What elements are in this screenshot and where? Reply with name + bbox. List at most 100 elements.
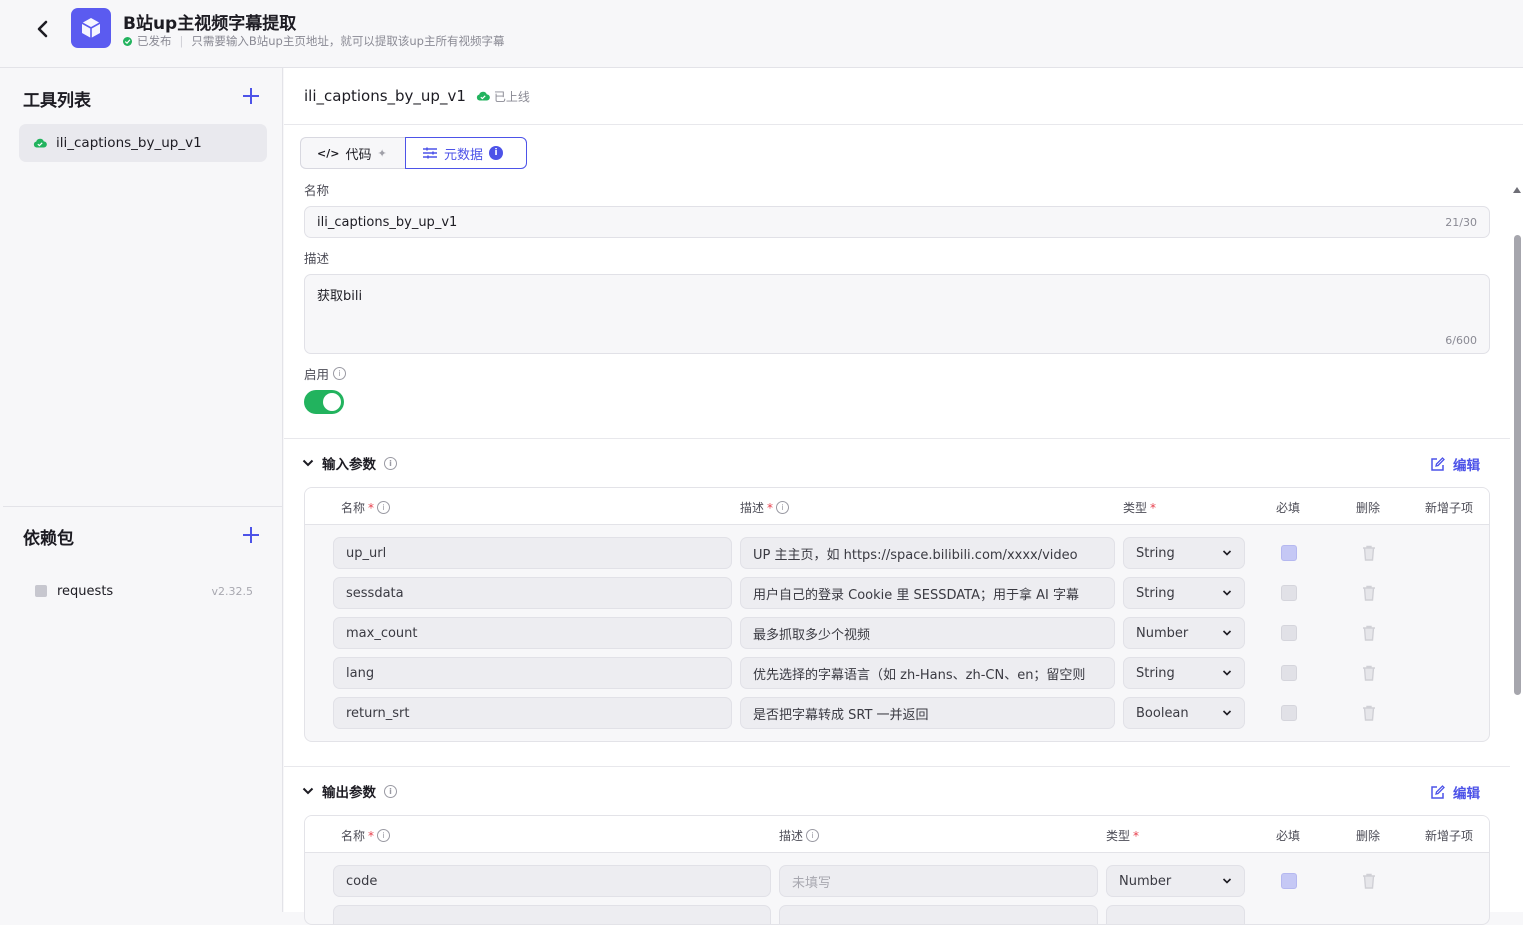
dependency-item[interactable]: requests v2.32.5 xyxy=(35,580,253,602)
param-name-input[interactable]: code xyxy=(333,865,771,897)
required-checkbox[interactable] xyxy=(1281,873,1297,889)
param-name-input[interactable]: up_url xyxy=(333,537,732,569)
table-row xyxy=(305,901,1489,924)
add-dependency-button[interactable] xyxy=(243,527,259,543)
section-divider xyxy=(284,438,1510,439)
param-desc-input[interactable] xyxy=(779,905,1098,924)
chevron-down-icon xyxy=(1222,550,1232,556)
param-desc-input[interactable]: 未填写 xyxy=(779,865,1098,897)
param-desc-input[interactable]: 优先选择的字幕语言（如 zh-Hans、zh-CN、en；留空则 xyxy=(740,657,1115,689)
table-row: lang 优先选择的字幕语言（如 zh-Hans、zh-CN、en；留空则 St… xyxy=(305,653,1489,693)
chevron-down-icon xyxy=(302,459,314,467)
col-delete: 删除 xyxy=(1356,829,1381,843)
sparkle-icon: ✦ xyxy=(377,146,387,160)
publish-status: 已发布 xyxy=(137,34,172,48)
info-icon[interactable]: i xyxy=(384,784,397,798)
tab-code[interactable]: </> 代码 ✦ xyxy=(300,137,405,169)
param-name-input[interactable]: max_count xyxy=(333,617,732,649)
tab-metadata[interactable]: 元数据 i xyxy=(405,137,527,169)
required-checkbox[interactable] xyxy=(1281,545,1297,561)
package-icon xyxy=(35,585,47,597)
param-desc-input[interactable]: UP 主主页，如 https://space.bilibili.com/xxxx… xyxy=(740,537,1115,569)
enable-toggle[interactable] xyxy=(304,390,344,414)
required-checkbox[interactable] xyxy=(1281,705,1297,721)
output-params-toggle[interactable]: 输出参数 i xyxy=(302,781,397,801)
app-description: 只需要输入B站up主页地址，就可以提取该up主所有视频字幕 xyxy=(191,34,505,48)
param-type-select[interactable] xyxy=(1106,905,1245,924)
param-type-select[interactable]: String xyxy=(1123,537,1245,569)
trash-icon[interactable] xyxy=(1362,585,1376,601)
param-name-input[interactable] xyxy=(333,905,771,924)
param-type-select[interactable]: String xyxy=(1123,657,1245,689)
name-input[interactable]: ili_captions_by_up_v1 21/30 xyxy=(304,206,1490,238)
enable-label-row: 启用 i xyxy=(304,364,347,383)
scrollbar-thumb[interactable] xyxy=(1514,235,1521,695)
cloud-check-icon xyxy=(33,138,47,148)
param-desc-input[interactable]: 最多抓取多少个视频 xyxy=(740,617,1115,649)
info-icon[interactable]: i xyxy=(384,456,397,470)
edit-output-params-button[interactable]: 编辑 xyxy=(1430,782,1480,802)
trash-icon[interactable] xyxy=(1362,665,1376,681)
scrollbar[interactable] xyxy=(1512,180,1523,912)
col-name: 名称 * i xyxy=(341,827,391,844)
input-params-table: 名称 * i 描述 * i 类型 * 必填 删除 新增子项 up_url UP 主主页，如… xyxy=(304,487,1490,742)
tool-item-label: ili_captions_by_up_v1 xyxy=(56,135,202,151)
output-params-title: 输出参数 xyxy=(322,785,376,801)
chevron-down-icon xyxy=(1222,670,1232,676)
edit-input-params-button[interactable]: 编辑 xyxy=(1430,454,1480,474)
required-checkbox[interactable] xyxy=(1281,665,1297,681)
online-status: 已上线 xyxy=(476,88,530,105)
required-checkbox[interactable] xyxy=(1281,625,1297,641)
param-name-input[interactable]: sessdata xyxy=(333,577,732,609)
param-name-input[interactable]: lang xyxy=(333,657,732,689)
chevron-down-icon xyxy=(1222,878,1232,884)
tools-list-title: 工具列表 xyxy=(23,91,91,111)
table-row: up_url UP 主主页，如 https://space.bilibili.c… xyxy=(305,533,1489,573)
scroll-up-arrow-icon[interactable] xyxy=(1513,187,1521,193)
input-params-toggle[interactable]: 输入参数 i xyxy=(302,453,397,473)
name-value: ili_captions_by_up_v1 xyxy=(317,214,458,230)
col-type: 类型 * xyxy=(1106,828,1140,844)
info-icon: i xyxy=(806,829,820,842)
name-label: 名称 xyxy=(304,183,330,198)
col-required: 必填 xyxy=(1276,501,1301,515)
app-logo xyxy=(71,8,111,48)
info-icon[interactable]: i xyxy=(333,367,347,380)
section-divider xyxy=(284,766,1510,767)
app-subtitle-row: 已发布 | 只需要输入B站up主页地址，就可以提取该up主所有视频字幕 xyxy=(123,33,504,49)
param-type-select[interactable]: Number xyxy=(1106,865,1245,897)
info-icon: i xyxy=(377,829,391,842)
output-params-table: 名称 * i 描述 i 类型 * 必填 删除 新增子项 code 未填写 Number xyxy=(304,815,1490,925)
enable-label: 启用 xyxy=(304,367,330,382)
info-badge-icon: i xyxy=(489,146,504,160)
table-row: sessdata 用户自己的登录 Cookie 里 SESSDATA；用于拿 A… xyxy=(305,573,1489,613)
add-tool-button[interactable] xyxy=(243,88,259,104)
trash-icon[interactable] xyxy=(1362,545,1376,561)
chevron-left-icon xyxy=(37,20,48,38)
chevron-down-icon xyxy=(1222,630,1232,636)
required-checkbox[interactable] xyxy=(1281,585,1297,601)
trash-icon[interactable] xyxy=(1362,705,1376,721)
app-title: B站up主视频字幕提取 xyxy=(123,14,297,34)
cloud-check-icon xyxy=(476,91,490,101)
param-type-select[interactable]: Number xyxy=(1123,617,1245,649)
back-button[interactable] xyxy=(30,16,56,42)
app-header: B站up主视频字幕提取 已发布 | 只需要输入B站up主页地址，就可以提取该up… xyxy=(0,0,1523,68)
name-char-counter: 21/30 xyxy=(1445,215,1477,229)
description-textarea[interactable]: 获取bili 6/600 xyxy=(304,274,1490,354)
edit-label: 编辑 xyxy=(1453,786,1480,802)
sidebar-item-tool[interactable]: ili_captions_by_up_v1 xyxy=(19,124,267,162)
sidebar-divider xyxy=(3,506,283,507)
main-header: ili_captions_by_up_v1 已上线 xyxy=(284,68,1523,125)
col-add-child: 新增子项 xyxy=(1425,501,1474,515)
trash-icon[interactable] xyxy=(1362,873,1376,889)
trash-icon[interactable] xyxy=(1362,625,1376,641)
chevron-down-icon xyxy=(1222,710,1232,716)
param-name-input[interactable]: return_srt xyxy=(333,697,732,729)
param-type-select[interactable]: Boolean xyxy=(1123,697,1245,729)
param-desc-input[interactable]: 用户自己的登录 Cookie 里 SESSDATA；用于拿 AI 字幕 xyxy=(740,577,1115,609)
description-char-counter: 6/600 xyxy=(1445,334,1477,347)
param-type-select[interactable]: String xyxy=(1123,577,1245,609)
param-desc-input[interactable]: 是否把字幕转成 SRT 一并返回 xyxy=(740,697,1115,729)
col-required: 必填 xyxy=(1276,829,1301,843)
